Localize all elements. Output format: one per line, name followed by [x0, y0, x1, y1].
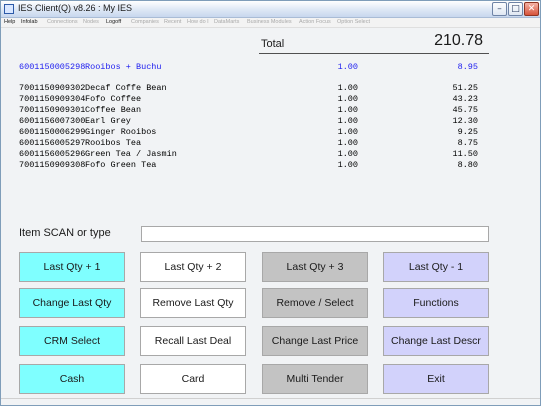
item-price: 12.30	[452, 116, 478, 126]
item-price: 9.25	[457, 127, 478, 137]
item-code: 6001156007300	[19, 116, 86, 126]
item-description: Fofo Green Tea	[85, 160, 157, 170]
total-value: 210.78	[434, 32, 483, 49]
item-qty: 1.00	[337, 127, 358, 137]
window-title: IES Client(Q) v8.26 : My IES	[18, 3, 133, 13]
item-code: 7001150909308	[19, 160, 86, 170]
item-code: 7001150909302	[19, 83, 86, 93]
list-item: 7001150909301 Coffee Bean 1.00 45.75	[1, 105, 541, 115]
item-description: Earl Grey	[85, 116, 131, 126]
item-qty: 1.00	[337, 94, 358, 104]
status-divider	[1, 398, 540, 399]
title-bar: IES Client(Q) v8.26 : My IES – □ ✕	[1, 1, 540, 18]
item-price: 8.80	[457, 160, 478, 170]
cash-button[interactable]: Cash	[19, 364, 125, 394]
menu-recent: Recent	[164, 19, 182, 25]
item-description: Ginger Rooibos	[85, 127, 157, 137]
remove-last-qty-button[interactable]: Remove Last Qty	[140, 288, 246, 318]
exit-button[interactable]: Exit	[383, 364, 489, 394]
last-qty-plus-3-button[interactable]: Last Qty + 3	[262, 252, 368, 282]
maximize-icon[interactable]: □	[508, 2, 523, 16]
item-qty: 1.00	[337, 83, 358, 93]
last-qty-minus-1-button[interactable]: Last Qty - 1	[383, 252, 489, 282]
close-icon[interactable]: ✕	[524, 2, 539, 16]
item-qty: 1.00	[337, 105, 358, 115]
item-description: Decaf Coffe Bean	[85, 83, 167, 93]
list-item: 6001156007300 Earl Grey 1.00 12.30	[1, 116, 541, 126]
item-qty: 1.00	[337, 138, 358, 148]
list-item: 6001156005296 Green Tea / Jasmin 1.00 11…	[1, 149, 541, 159]
scan-label: Item SCAN or type	[19, 227, 111, 239]
change-last-qty-button[interactable]: Change Last Qty	[19, 288, 125, 318]
scan-input[interactable]	[141, 226, 489, 242]
item-description: Rooibos + Buchu	[85, 62, 162, 72]
item-code: 6001150006299	[19, 127, 86, 137]
list-item: 7001150909308 Fofo Green Tea 1.00 8.80	[1, 160, 541, 170]
menu-action-focus: Action Focus	[299, 19, 331, 25]
item-description: Fofo Coffee	[85, 94, 142, 104]
functions-button[interactable]: Functions	[383, 288, 489, 318]
item-code: 7001150909304	[19, 94, 86, 104]
menu-how-do-i: How do I	[187, 19, 209, 25]
item-description: Coffee Bean	[85, 105, 142, 115]
menu-companies: Companies	[131, 19, 159, 25]
menu-bar: Help Infolab Connections Nodes Logoff Co…	[1, 18, 540, 28]
menu-nodes: Nodes	[83, 19, 99, 25]
card-button[interactable]: Card	[140, 364, 246, 394]
change-last-price-button[interactable]: Change Last Price	[262, 326, 368, 356]
menu-infolab[interactable]: Infolab	[21, 19, 38, 25]
menu-datamarts: DataMarts	[214, 19, 240, 25]
item-qty: 1.00	[337, 160, 358, 170]
list-item: 7001150909304 Fofo Coffee 1.00 43.23	[1, 94, 541, 104]
list-item: 6001150006299 Ginger Rooibos 1.00 9.25	[1, 127, 541, 137]
app-icon	[4, 4, 14, 14]
item-description: Green Tea / Jasmin	[85, 149, 177, 159]
item-price: 8.95	[457, 62, 478, 72]
item-code: 7001150909301	[19, 105, 86, 115]
menu-help[interactable]: Help	[4, 19, 15, 25]
recall-last-deal-button[interactable]: Recall Last Deal	[140, 326, 246, 356]
item-price: 45.75	[452, 105, 478, 115]
last-qty-plus-2-button[interactable]: Last Qty + 2	[140, 252, 246, 282]
item-qty: 1.00	[337, 62, 358, 72]
item-price: 51.25	[452, 83, 478, 93]
app-window: IES Client(Q) v8.26 : My IES – □ ✕ Help …	[0, 0, 541, 406]
item-price: 8.75	[457, 138, 478, 148]
change-last-descr-button[interactable]: Change Last Descr	[383, 326, 489, 356]
menu-business-modules: Business Modules	[247, 19, 292, 25]
crm-select-button[interactable]: CRM Select	[19, 326, 125, 356]
menu-option-select: Option Select	[337, 19, 371, 25]
current-item-row: 6001150005298 Rooibos + Buchu 1.00 8.95	[1, 62, 541, 72]
item-code: 6001156005297	[19, 138, 86, 148]
list-item: 6001156005297 Rooibos Tea 1.00 8.75	[1, 138, 541, 148]
last-qty-plus-1-button[interactable]: Last Qty + 1	[19, 252, 125, 282]
menu-connections: Connections	[47, 19, 78, 25]
item-code: 6001156005296	[19, 149, 86, 159]
item-description: Rooibos Tea	[85, 138, 142, 148]
item-qty: 1.00	[337, 116, 358, 126]
menu-logoff[interactable]: Logoff	[106, 19, 121, 25]
total-label: Total	[261, 38, 285, 50]
item-qty: 1.00	[337, 149, 358, 159]
multi-tender-button[interactable]: Multi Tender	[262, 364, 368, 394]
item-price: 11.50	[452, 149, 478, 159]
remove-select-button[interactable]: Remove / Select	[262, 288, 368, 318]
list-item: 7001150909302 Decaf Coffe Bean 1.00 51.2…	[1, 83, 541, 93]
total-divider	[259, 53, 489, 54]
item-code: 6001150005298	[19, 62, 86, 72]
minimize-icon[interactable]: –	[492, 2, 507, 16]
item-price: 43.23	[452, 94, 478, 104]
